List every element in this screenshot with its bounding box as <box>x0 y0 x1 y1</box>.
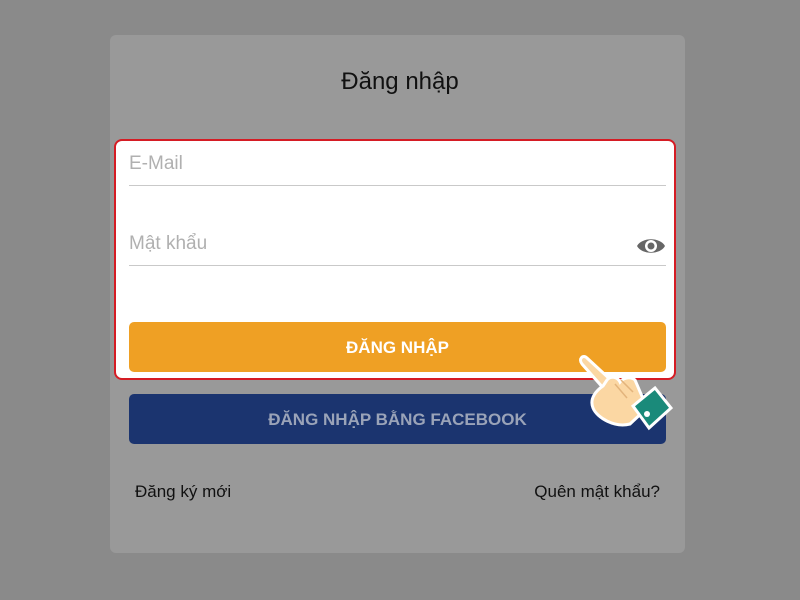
email-input[interactable] <box>129 151 619 177</box>
forgot-password-link[interactable]: Quên mật khẩu? <box>534 482 660 502</box>
page-title: Đăng nhập <box>341 68 459 95</box>
pointing-hand-icon <box>579 355 674 431</box>
register-link[interactable]: Đăng ký mới <box>135 482 231 502</box>
password-field-container <box>129 220 666 266</box>
eye-icon[interactable] <box>636 235 666 257</box>
password-input[interactable] <box>129 231 619 257</box>
email-field-container <box>129 140 666 186</box>
